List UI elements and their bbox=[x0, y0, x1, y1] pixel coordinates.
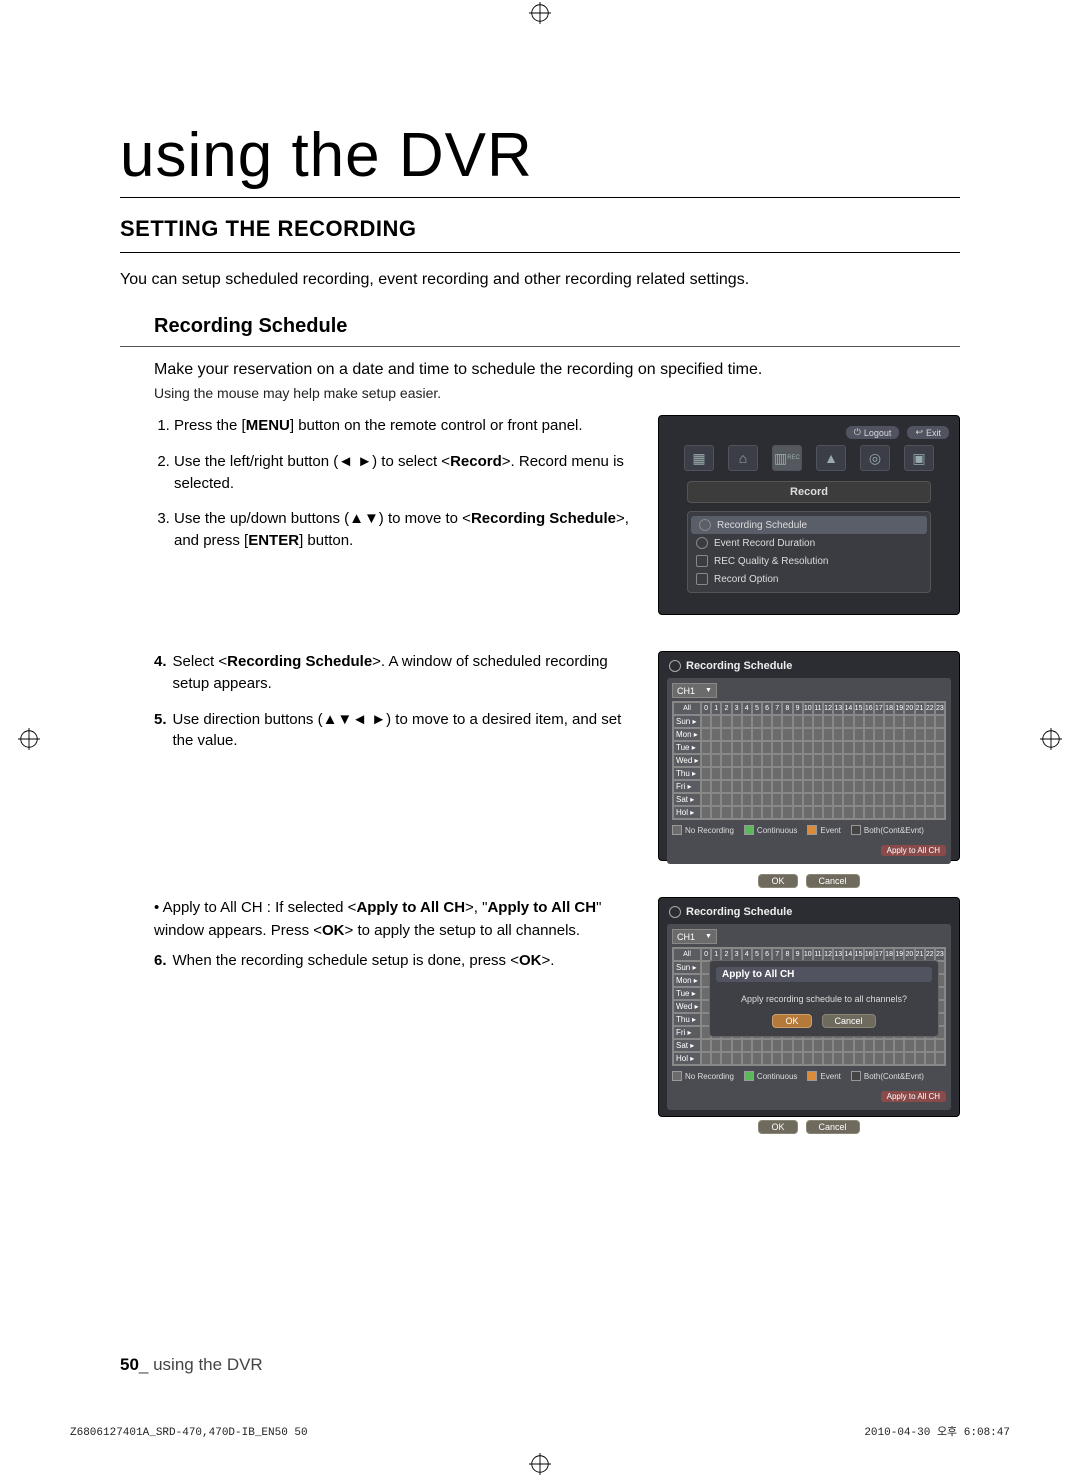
event-icon[interactable]: ▲ bbox=[816, 445, 846, 471]
modal-title: Apply to All CH bbox=[716, 967, 932, 982]
back-icon: ↩ bbox=[915, 427, 923, 438]
schedule-grid[interactable]: All0123456789101112131415161718192021222… bbox=[672, 701, 946, 820]
record-icon[interactable]: ▥REC bbox=[772, 445, 802, 471]
page-number: 50 bbox=[120, 1355, 139, 1374]
network-icon[interactable]: ▣ bbox=[904, 445, 934, 471]
menu-item-event-duration[interactable]: Event Record Duration bbox=[688, 534, 930, 552]
logout-button[interactable]: ⏻Logout bbox=[846, 426, 900, 439]
power-icon: ⏻ bbox=[854, 427, 861, 438]
menu-item-rec-quality[interactable]: REC Quality & Resolution bbox=[688, 552, 930, 570]
ok-button[interactable]: OK bbox=[758, 1120, 797, 1134]
cancel-button[interactable]: Cancel bbox=[806, 1120, 860, 1134]
exit-button[interactable]: ↩Exit bbox=[907, 426, 949, 439]
record-small-icon bbox=[696, 555, 708, 567]
step-item: Press the [MENU] button on the remote co… bbox=[174, 415, 632, 437]
print-meta-right: 2010-04-30 오후 6:08:47 bbox=[864, 1423, 1010, 1439]
steps-list-1: Press the [MENU] button on the remote co… bbox=[154, 415, 632, 552]
system-icon[interactable]: ▦ bbox=[684, 445, 714, 471]
registration-mark-bottom bbox=[529, 1453, 551, 1481]
ok-button[interactable]: OK bbox=[758, 874, 797, 888]
step-item: Use the up/down buttons (▲▼) to move to … bbox=[174, 508, 632, 552]
record-menu-list: Recording Schedule Event Record Duration… bbox=[687, 511, 931, 593]
registration-mark-left bbox=[18, 728, 40, 756]
subsection-lead: Make your reservation on a date and time… bbox=[154, 361, 960, 379]
registration-mark-top bbox=[529, 2, 551, 30]
channel-select[interactable]: CH1 bbox=[672, 683, 717, 698]
steps-list-2: 4.Select <Recording Schedule>. A window … bbox=[154, 651, 632, 752]
clock-icon bbox=[696, 537, 708, 549]
section-intro: You can setup scheduled recording, event… bbox=[120, 271, 960, 289]
modal-cancel-button[interactable]: Cancel bbox=[822, 1014, 876, 1028]
menu-title: Record bbox=[687, 481, 931, 503]
apply-all-modal: Apply to All CH Apply recording schedule… bbox=[709, 960, 939, 1037]
figure-apply-all-dialog: Recording Schedule CH1 All01234567891011… bbox=[658, 897, 960, 1117]
registration-mark-right bbox=[1040, 728, 1062, 756]
figure-record-menu: ⏻Logout ↩Exit ▦ ⌂ ▥REC ▲ ◎ ▣ Record Reco… bbox=[658, 415, 960, 615]
legend: No Recording Continuous Event Both(Cont&… bbox=[672, 1071, 946, 1102]
modal-text: Apply recording schedule to all channels… bbox=[716, 994, 932, 1004]
subsection-hint: Using the mouse may help make setup easi… bbox=[154, 385, 960, 401]
menu-item-record-option[interactable]: Record Option bbox=[688, 570, 930, 588]
subsection-heading: Recording Schedule bbox=[120, 315, 960, 338]
dialog-title: Recording Schedule bbox=[669, 906, 951, 918]
step-item: Use the left/right button (◄ ►) to selec… bbox=[174, 451, 632, 495]
page-footer: 50_ using the DVR bbox=[120, 1355, 263, 1375]
gear-icon bbox=[696, 573, 708, 585]
figure-recording-schedule: Recording Schedule CH1 All01234567891011… bbox=[658, 651, 960, 861]
apply-all-button[interactable]: Apply to All CH bbox=[881, 1091, 946, 1102]
section-heading: SETTING THE RECORDING bbox=[120, 216, 960, 242]
apply-all-button[interactable]: Apply to All CH bbox=[881, 845, 946, 856]
divider bbox=[120, 252, 960, 253]
chapter-title: using the DVR bbox=[120, 120, 960, 191]
step-item: 6.When the recording schedule setup is d… bbox=[154, 950, 632, 972]
step-item: 4.Select <Recording Schedule>. A window … bbox=[154, 651, 632, 695]
channel-select[interactable]: CH1 bbox=[672, 929, 717, 944]
legend: No Recording Continuous Event Both(Cont&… bbox=[672, 825, 946, 856]
note-apply-all: Apply to All CH : If selected <Apply to … bbox=[154, 897, 632, 942]
step-item: 5.Use direction buttons (▲▼◄ ►) to move … bbox=[154, 709, 632, 753]
menu-item-recording-schedule[interactable]: Recording Schedule bbox=[691, 516, 927, 534]
modal-ok-button[interactable]: OK bbox=[772, 1014, 811, 1028]
footer-label: _ using the DVR bbox=[139, 1355, 263, 1374]
backup-icon[interactable]: ◎ bbox=[860, 445, 890, 471]
divider bbox=[120, 346, 960, 347]
clock-icon bbox=[699, 519, 711, 531]
steps-list-3: 6.When the recording schedule setup is d… bbox=[154, 950, 632, 972]
camera-icon[interactable]: ⌂ bbox=[728, 445, 758, 471]
cancel-button[interactable]: Cancel bbox=[806, 874, 860, 888]
dialog-title: Recording Schedule bbox=[669, 660, 951, 672]
divider bbox=[120, 197, 960, 198]
print-meta-left: Z6806127401A_SRD-470,470D-IB_EN50 50 bbox=[70, 1427, 308, 1439]
